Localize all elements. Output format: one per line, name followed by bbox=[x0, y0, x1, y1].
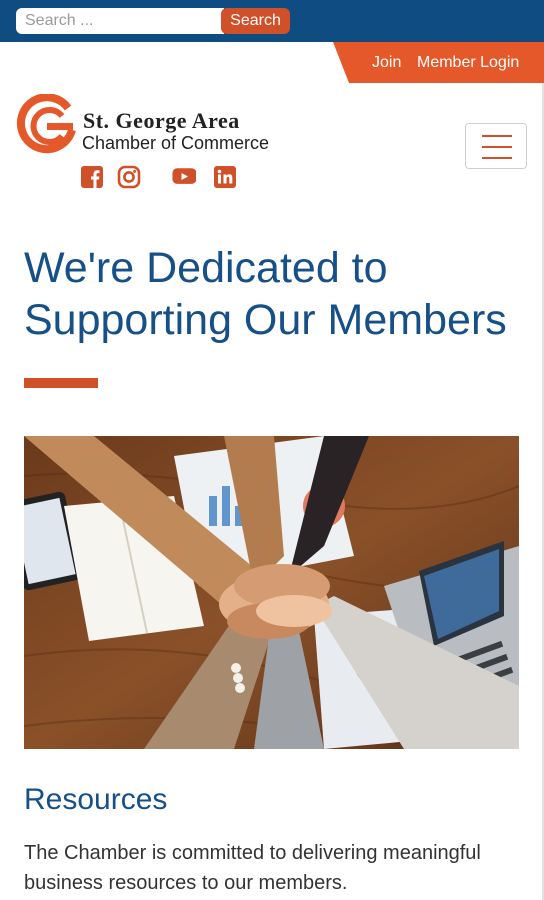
logo-g-mark-icon bbox=[16, 94, 76, 154]
facebook-icon[interactable] bbox=[80, 165, 104, 189]
page-title: We're Dedicated to Supporting Our Member… bbox=[24, 244, 507, 344]
search-button[interactable]: Search bbox=[221, 8, 290, 34]
menu-line-icon bbox=[482, 135, 512, 137]
linkedin-icon[interactable] bbox=[213, 165, 237, 189]
menu-line-icon bbox=[482, 157, 512, 159]
logo-title: St. George Area bbox=[83, 108, 240, 133]
resources-heading: Resources bbox=[24, 783, 168, 816]
team-hands-photo bbox=[24, 436, 519, 749]
chamber-logo[interactable]: St. George Area Chamber of Commerce bbox=[14, 94, 269, 160]
menu-line-icon bbox=[482, 146, 512, 148]
title-accent-bar bbox=[24, 378, 98, 388]
youtube-icon[interactable] bbox=[172, 165, 196, 189]
resources-description: The Chamber is committed to delivering m… bbox=[24, 842, 481, 894]
instagram-icon[interactable] bbox=[117, 165, 141, 189]
search-input[interactable] bbox=[16, 8, 224, 34]
top-search-bar: Search bbox=[0, 0, 544, 42]
logo-subtitle: Chamber of Commerce bbox=[82, 133, 270, 153]
member-login-link[interactable]: Member Login bbox=[417, 54, 519, 72]
join-link[interactable]: Join bbox=[372, 54, 401, 72]
hamburger-menu-button[interactable] bbox=[465, 123, 527, 169]
